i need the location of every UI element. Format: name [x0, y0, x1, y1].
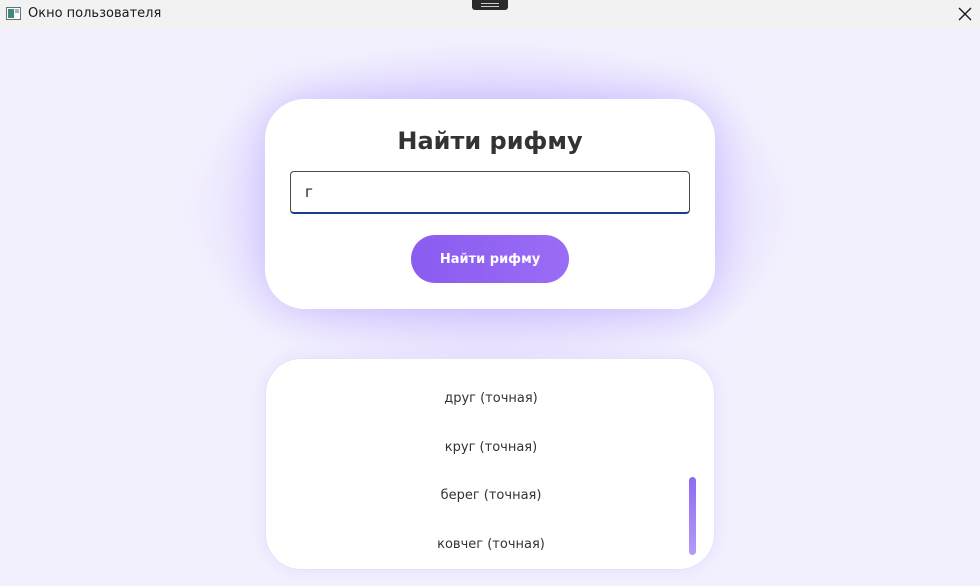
search-title: Найти рифму — [397, 127, 583, 155]
search-card: Найти рифму Найти рифму — [265, 99, 715, 309]
results-scrollbar[interactable] — [689, 477, 696, 555]
close-button[interactable] — [950, 0, 980, 28]
window-title: Окно пользователя — [28, 6, 162, 21]
find-rhyme-button[interactable]: Найти рифму — [411, 235, 569, 283]
result-item[interactable]: ковчег (точная) — [266, 537, 714, 570]
drag-handle[interactable] — [472, 0, 508, 10]
app-window: Окно пользователя Найти рифму Найти рифм… — [0, 0, 980, 586]
results-list: друг (точная) круг (точная) берег (точна… — [266, 391, 714, 570]
result-item[interactable]: круг (точная) — [266, 440, 714, 489]
search-input[interactable] — [290, 171, 690, 214]
close-icon — [958, 7, 972, 21]
result-item[interactable]: берег (точная) — [266, 488, 714, 537]
title-bar[interactable]: Окно пользователя — [0, 0, 980, 28]
results-card: друг (точная) круг (точная) берег (точна… — [265, 358, 715, 570]
result-item[interactable]: друг (точная) — [266, 391, 714, 440]
app-window-icon — [6, 7, 21, 20]
